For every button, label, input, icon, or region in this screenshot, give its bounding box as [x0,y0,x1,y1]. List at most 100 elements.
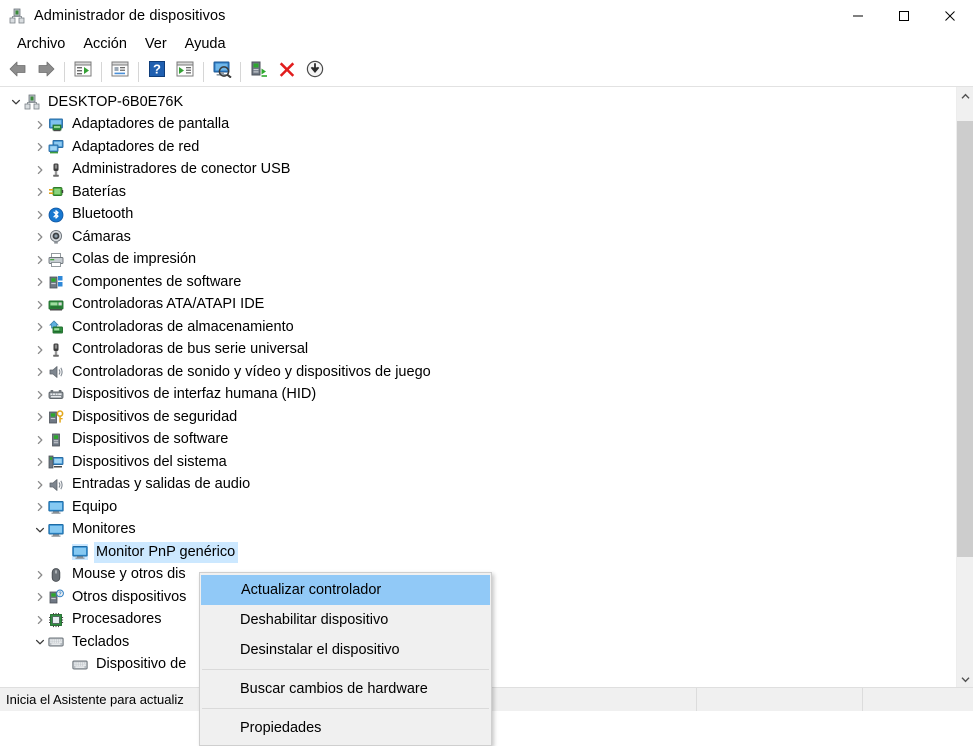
scrollbar-thumb[interactable] [957,120,973,557]
chevron-right-icon[interactable] [32,274,48,290]
menu-ver[interactable]: Ver [136,33,176,56]
tree-row[interactable]: Componentes de software [0,271,956,294]
tree-node-label: Equipo [72,498,118,515]
storage-controller-icon [48,319,64,335]
chevron-down-icon[interactable] [32,522,48,538]
uninstall-device-button[interactable] [274,60,300,84]
chevron-right-icon[interactable] [32,297,48,313]
tree-row[interactable]: Adaptadores de red [0,136,956,159]
update-driver-icon [249,60,269,83]
tree-row[interactable]: Monitor PnP genérico [0,541,956,564]
chevron-right-icon[interactable] [32,252,48,268]
tree-row[interactable]: Colas de impresión [0,249,956,272]
tree-row[interactable]: Dispositivos de interfaz humana (HID) [0,384,956,407]
menu-archivo[interactable]: Archivo [8,33,74,56]
tree-row[interactable]: Baterías [0,181,956,204]
chevron-right-icon[interactable] [32,589,48,605]
chevron-down-icon[interactable] [32,634,48,650]
chevron-right-icon[interactable] [32,409,48,425]
back-button[interactable] [5,60,31,84]
maximize-button[interactable] [881,0,927,31]
toolbar: ? [0,57,973,87]
toolbar-separator [240,61,241,82]
minimize-button[interactable] [835,0,881,31]
chevron-none [56,657,72,673]
tree-row[interactable]: Administradores de conector USB [0,159,956,182]
tree-row[interactable]: Controladoras de bus serie universal [0,339,956,362]
context-menu-item[interactable]: Desinstalar el dispositivo [200,635,491,665]
tree-row[interactable]: Cámaras [0,226,956,249]
chevron-right-icon[interactable] [32,567,48,583]
tree-row[interactable]: Dispositivos del sistema [0,451,956,474]
chevron-right-icon[interactable] [32,184,48,200]
software-device-icon [48,432,64,448]
menu-ayuda[interactable]: Ayuda [176,33,235,56]
update-driver-button[interactable] [246,60,272,84]
context-menu[interactable]: Actualizar controlador Deshabilitar dispo… [199,572,492,746]
toolbar-separator [138,61,139,82]
context-menu-item[interactable]: Buscar cambios de hardware [200,674,491,704]
tree-row[interactable]: Controladoras de almacenamiento [0,316,956,339]
chevron-right-icon[interactable] [32,117,48,133]
scroll-up-button[interactable] [957,87,973,104]
context-menu-item[interactable]: Propiedades [200,713,491,743]
disable-device-button[interactable] [302,60,328,84]
help-button[interactable]: ? [144,60,170,84]
chevron-right-icon[interactable] [32,162,48,178]
tree-row[interactable]: Dispositivos de seguridad [0,406,956,429]
toolbar-separator [64,61,65,82]
tree-row[interactable]: Monitores [0,519,956,542]
chevron-right-icon[interactable] [32,612,48,628]
tree-row[interactable]: Bluetooth [0,204,956,227]
context-menu-separator [202,708,489,709]
scan-hardware-button[interactable] [209,60,235,84]
keyboard-icon [72,657,88,673]
tree-node-label: Administradores de conector USB [72,161,291,178]
properties-button[interactable] [107,60,133,84]
vertical-scrollbar[interactable] [956,87,973,687]
scroll-up-icon [961,87,970,105]
context-menu-item[interactable]: Actualizar controlador [201,575,490,605]
camera-icon [48,229,64,245]
tree-row[interactable]: DESKTOP-6B0E76K [0,91,956,114]
console-tree-button[interactable] [70,60,96,84]
forward-button[interactable] [33,60,59,84]
chevron-none [56,544,72,560]
close-button[interactable] [927,0,973,31]
show-hide-console-tree-icon [73,60,93,83]
tree-row[interactable]: Dispositivos de software [0,429,956,452]
chevron-right-icon[interactable] [32,432,48,448]
chevron-down-icon[interactable] [8,94,24,110]
tree-node-label: Adaptadores de pantalla [72,116,230,133]
tree-row[interactable]: Controladoras ATA/ATAPI IDE [0,294,956,317]
chevron-right-icon[interactable] [32,499,48,515]
tree-row[interactable]: Equipo [0,496,956,519]
tree-node-label: Dispositivos de interfaz humana (HID) [72,386,317,403]
chevron-right-icon[interactable] [32,387,48,403]
display-adapter-icon [48,117,64,133]
tree-node-label: Procesadores [72,611,162,628]
usb-connector-icon [48,162,64,178]
chevron-right-icon[interactable] [32,139,48,155]
tree-row[interactable]: Adaptadores de pantalla [0,114,956,137]
chevron-right-icon[interactable] [32,207,48,223]
menu-accion[interactable]: Acción [74,33,136,56]
chevron-right-icon[interactable] [32,229,48,245]
context-menu-separator [202,669,489,670]
hid-device-icon [48,387,64,403]
tree-row[interactable]: Controladoras de sonido y vídeo y dispos… [0,361,956,384]
disable-device-icon [306,60,324,83]
scroll-down-button[interactable] [957,670,973,687]
chevron-right-icon[interactable] [32,477,48,493]
chevron-right-icon[interactable] [32,342,48,358]
tree-row[interactable]: Entradas y salidas de audio [0,474,956,497]
sound-device-icon [48,364,64,380]
monitor-icon [72,544,88,561]
chevron-right-icon[interactable] [32,319,48,335]
context-menu-item[interactable]: Deshabilitar dispositivo [200,605,491,635]
chevron-right-icon[interactable] [32,364,48,380]
action-pane-button[interactable] [172,60,198,84]
chevron-right-icon[interactable] [32,454,48,470]
tree-node-label: Controladoras de bus serie universal [72,341,309,358]
processor-icon [48,612,64,628]
